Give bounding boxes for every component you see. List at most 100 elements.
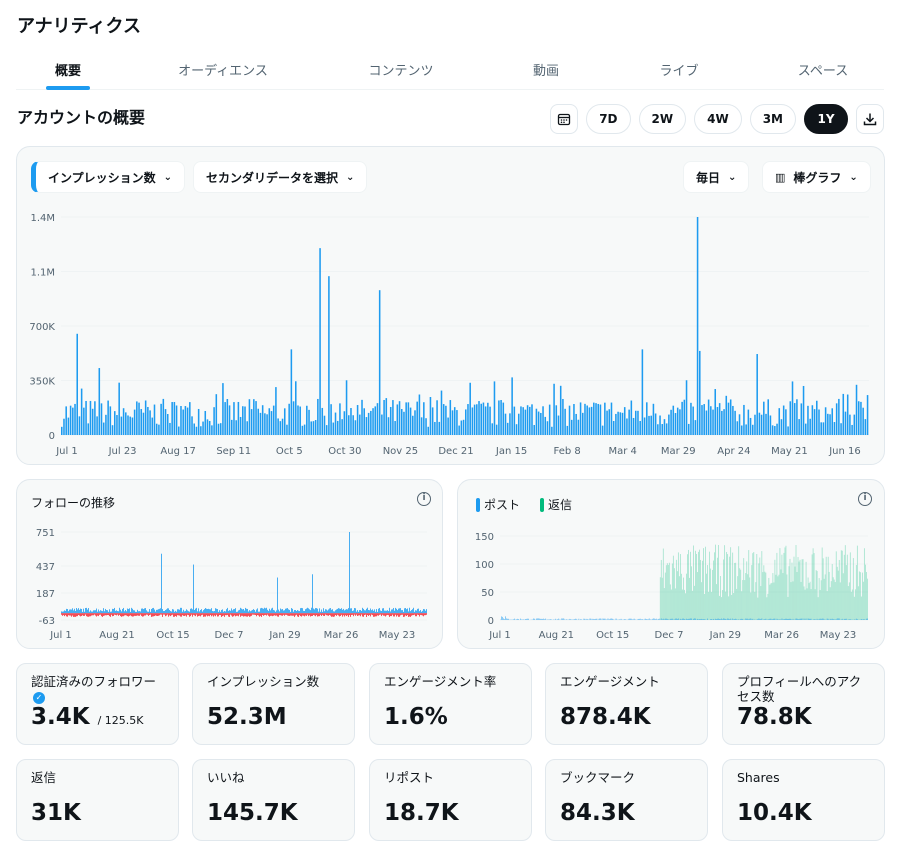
reply-bar [782,573,784,620]
tab-video[interactable]: 動画 [524,52,568,90]
stat-card-replies[interactable]: 返信 31K [16,759,179,841]
unfollow-bar [281,613,282,616]
tab-overview[interactable]: 概要 [46,52,90,90]
post-bar [539,618,541,620]
unfollow-bar [342,613,343,617]
unfollow-bar [75,613,76,617]
stat-card-profile-visits[interactable]: プロフィールへのアクセス数 78.8K [722,663,885,745]
tab-spaces[interactable]: スペース [788,52,858,90]
follow-bar [426,609,427,614]
legend-posts[interactable]: ポスト [476,496,520,513]
follow-bar [153,607,154,614]
chart-bar [299,406,301,435]
stat-card-shares[interactable]: Shares 10.4K [722,759,885,841]
follow-bar [337,608,338,614]
stat-card-bookmarks[interactable]: ブックマーク 84.3K [545,759,708,841]
stat-card-engagement-rate[interactable]: エンゲージメント率 1.6% [369,663,532,745]
unfollow-bar [348,613,349,617]
follow-bar [145,608,146,614]
unfollow-bar [381,613,382,617]
follow-bar [229,610,230,614]
range-1y-button[interactable]: 1Y [804,104,848,134]
interval-select[interactable]: 毎日 ⌄ [683,161,750,193]
chart-bar [151,417,154,435]
reply-bar [846,554,848,620]
unfollow-bar [62,613,63,616]
follow-bar [217,609,218,614]
post-bar [856,619,858,620]
unfollow-bar [374,613,375,617]
chevron-down-icon: ⌄ [849,171,858,183]
follow-bar [183,609,184,614]
follow-bar [170,611,171,614]
post-bar [578,618,580,620]
stat-card-likes[interactable]: いいね 145.7K [192,759,355,841]
download-button[interactable] [856,104,884,134]
range-2w-button[interactable]: 2W [638,104,687,134]
calendar-button[interactable] [550,104,579,134]
reply-bar [756,554,758,620]
follow-bar [365,610,366,614]
unfollow-bar [396,613,397,617]
unfollow-bar [96,613,97,617]
reply-bar [773,582,775,620]
follow-bar [286,608,287,614]
chart-bar [509,413,511,435]
reply-bar [734,562,736,620]
tab-live[interactable]: ライブ [652,52,706,90]
secondary-metric-select[interactable]: セカンダリデータを選択 ⌄ [193,161,368,193]
reply-bar [755,582,757,620]
unfollow-bar [169,613,170,616]
chart-bar [449,400,452,435]
unfollow-bar [144,613,145,616]
unfollow-bar [391,613,392,617]
chart-bar [696,217,699,435]
reply-bar [800,581,802,620]
follow-bar [118,611,119,614]
follow-bar [281,609,282,614]
info-icon[interactable]: i [858,492,872,506]
unfollow-bar [308,613,309,617]
unfollow-bar [284,613,285,616]
follow-bar [346,609,347,614]
range-4w-button[interactable]: 4W [694,104,742,134]
unfollow-bar [107,613,108,616]
follow-bar [71,609,72,614]
follow-bar [366,608,367,614]
legend-replies[interactable]: 返信 [540,496,572,513]
post-bar [644,618,646,620]
range-7d-button[interactable]: 7D [586,104,631,134]
reply-bar [715,544,716,620]
info-icon[interactable]: i [417,492,431,506]
post-bar [501,616,502,620]
stat-card-impressions[interactable]: インプレッション数 52.3M [192,663,355,745]
chart-bar [855,384,858,435]
post-bar [723,618,725,620]
metric-select[interactable]: インプレッション数 ⌄ [31,161,186,193]
chart-bar [173,402,176,435]
post-bar [698,619,699,620]
chart-bar [785,409,787,435]
follow-bar [298,610,299,614]
unfollow-bar [332,613,333,617]
follow-bar [339,608,340,614]
chart-type-select[interactable]: ▥ 棒グラフ ⌄ [762,161,871,193]
stat-card-engagement[interactable]: エンゲージメント 878.4K [545,663,708,745]
chart-bar [467,404,469,435]
reply-bar [807,577,809,620]
chart-bar [767,399,769,435]
follow-bar [354,607,355,614]
tab-audience[interactable]: オーディエンス [168,52,278,90]
reply-bar [740,569,742,620]
follow-bar [129,608,130,614]
stat-card-verified-followers[interactable]: 認証済みのフォロワー✓ 3.4K / 125.5K [16,663,179,745]
y-tick-label: 187 [36,589,55,600]
post-bar [533,618,534,620]
unfollow-bar [100,613,101,615]
tab-content[interactable]: コンテンツ [356,52,446,90]
stat-card-reposts[interactable]: リポスト 18.7K [369,759,532,841]
range-3m-button[interactable]: 3M [749,104,796,134]
unfollow-bar [216,613,217,615]
unfollow-bar [250,613,251,617]
post-bar [686,618,687,620]
